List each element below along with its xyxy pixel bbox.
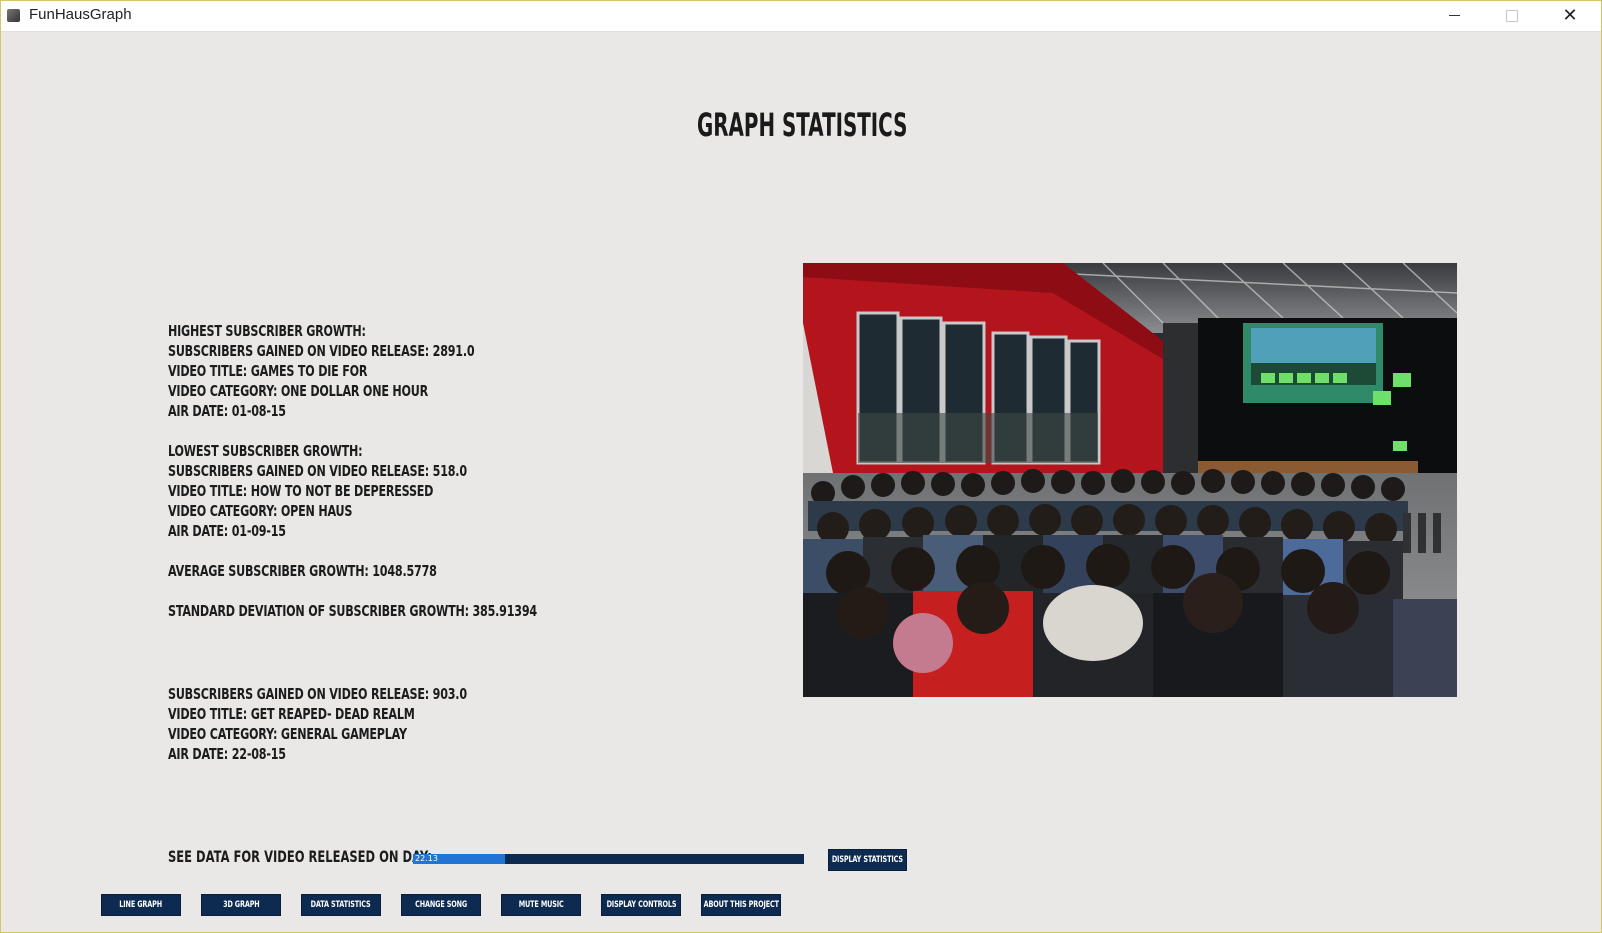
highest-growth-category: VIDEO CATEGORY: ONE DOLLAR ONE HOUR [168,382,429,400]
selected-video-subscribers: SUBSCRIBERS GAINED ON VIDEO RELEASE: 903… [168,685,467,703]
3d-graph-button[interactable]: 3D GRAPH [201,894,281,916]
selected-video-title: VIDEO TITLE: GET REAPED- DEAD REALM [168,705,415,723]
mute-music-label: MUTE MUSIC [518,900,564,910]
display-controls-button[interactable]: DISPLAY CONTROLS [601,894,681,916]
selected-video-air-date: AIR DATE: 22-08-15 [168,745,286,763]
display-controls-label: DISPLAY CONTROLS [606,900,676,910]
line-graph-label: LINE GRAPH [119,900,163,910]
maximize-icon[interactable] [1483,0,1541,31]
app-icon [7,9,20,22]
data-statistics-label: DATA STATISTICS [311,900,371,910]
display-statistics-button[interactable]: DISPLAY STATISTICS [828,849,907,871]
highest-growth-air-date: AIR DATE: 01-08-15 [168,402,286,420]
event-photo [803,263,1457,697]
window-title: FunHausGraph [29,6,132,23]
minimize-icon[interactable] [1425,0,1483,31]
lowest-growth-air-date: AIR DATE: 01-09-15 [168,522,286,540]
highest-growth-heading: HIGHEST SUBSCRIBER GROWTH: [168,322,366,340]
average-growth: AVERAGE SUBSCRIBER GROWTH: 1048.5778 [168,562,437,580]
lowest-growth-heading: LOWEST SUBSCRIBER GROWTH: [168,442,363,460]
highest-growth-subscribers: SUBSCRIBERS GAINED ON VIDEO RELEASE: 289… [168,342,475,360]
highest-growth-video-title: VIDEO TITLE: GAMES TO DIE FOR [168,362,368,380]
about-project-label: ABOUT THIS PROJECT [703,900,779,910]
about-project-button[interactable]: ABOUT THIS PROJECT [701,894,781,916]
day-slider[interactable]: 22.13 [413,854,804,864]
data-statistics-button[interactable]: DATA STATISTICS [301,894,381,916]
day-slider-value: 22.13 [415,854,438,863]
lowest-growth-video-title: VIDEO TITLE: HOW TO NOT BE DEPERESSED [168,482,434,500]
mute-music-button[interactable]: MUTE MUSIC [501,894,581,916]
day-slider-label: SEE DATA FOR VIDEO RELEASED ON DAY: [168,847,432,866]
standard-deviation: STANDARD DEVIATION OF SUBSCRIBER GROWTH:… [168,602,537,620]
change-song-label: CHANGE SONG [415,900,467,910]
selected-video-category: VIDEO CATEGORY: GENERAL GAMEPLAY [168,725,407,743]
lowest-growth-subscribers: SUBSCRIBERS GAINED ON VIDEO RELEASE: 518… [168,462,467,480]
change-song-button[interactable]: CHANGE SONG [401,894,481,916]
lowest-growth-category: VIDEO CATEGORY: OPEN HAUS [168,502,353,520]
page-title: GRAPH STATISTICS [697,106,908,144]
3d-graph-label: 3D GRAPH [222,900,260,910]
line-graph-button[interactable]: LINE GRAPH [101,894,181,916]
display-statistics-label: DISPLAY STATISTICS [831,855,904,865]
title-bar: FunHausGraph ✕ [0,0,1602,32]
close-icon[interactable]: ✕ [1541,0,1599,31]
